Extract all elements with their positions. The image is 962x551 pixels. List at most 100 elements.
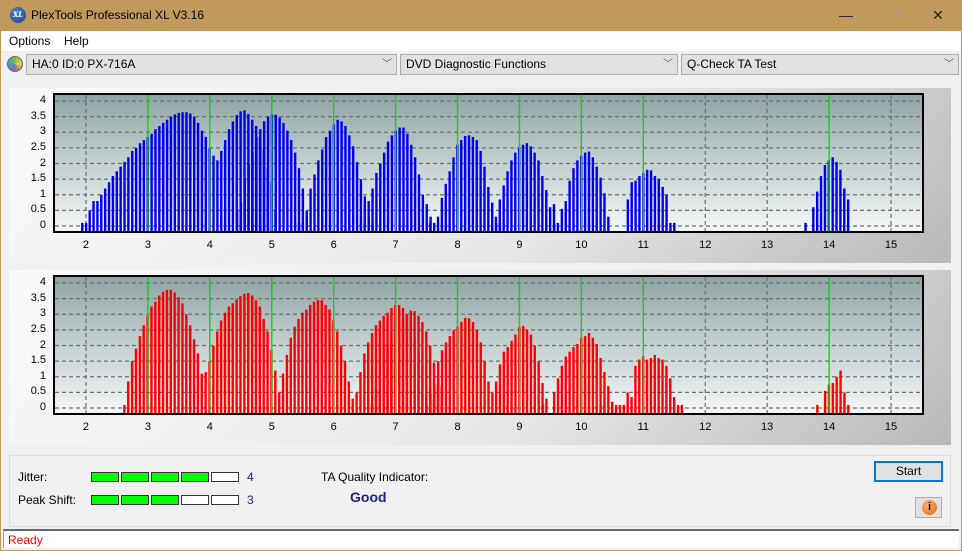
- chart-bar: [676, 404, 680, 413]
- chart-bar: [514, 334, 517, 413]
- x-tick-label: 3: [144, 239, 151, 251]
- chart-bar: [812, 207, 815, 231]
- chart-bar: [235, 299, 238, 413]
- ta-quality-label: TA Quality Indicator:: [321, 470, 429, 484]
- close-button[interactable]: ✕: [915, 0, 961, 31]
- chart-bar: [556, 378, 560, 413]
- chart-bar: [123, 161, 126, 231]
- chart-bar: [529, 334, 533, 413]
- menu-options[interactable]: Options: [9, 34, 50, 48]
- chart-bar: [219, 320, 223, 413]
- chart-bar: [351, 146, 355, 231]
- y-tick-label: 4: [39, 276, 46, 288]
- chart-bar: [653, 176, 657, 231]
- chart-bar: [374, 389, 378, 413]
- y-tick-label: 2.5: [30, 322, 46, 335]
- minimize-button[interactable]: —: [823, 0, 869, 31]
- chart-bar: [351, 398, 354, 413]
- chart-bar: [293, 152, 297, 231]
- chart-bar: [375, 172, 378, 231]
- chart-bar: [672, 397, 676, 413]
- title-bar[interactable]: XL PlexTools Professional XL V3.16 — ☐ ✕: [1, 0, 961, 31]
- test-select-value: Q-Check TA Test: [687, 57, 777, 71]
- chart-bar: [591, 337, 595, 413]
- chart-bar: [227, 306, 231, 413]
- chart-bar: [521, 326, 525, 413]
- chart-bar: [425, 204, 428, 231]
- chart-bar: [638, 176, 641, 231]
- chart-bar: [339, 345, 343, 413]
- test-select[interactable]: Q-Check TA Test ﹀: [681, 54, 959, 75]
- chart-bar: [212, 345, 215, 413]
- chart-bar: [343, 361, 347, 413]
- chart-bar: [127, 381, 130, 413]
- x-tick-label: 9: [516, 421, 523, 433]
- chart-bar: [564, 356, 567, 413]
- x-tick-label: 4: [206, 239, 213, 251]
- chart-bar: [630, 397, 633, 413]
- chart-bar: [649, 170, 653, 231]
- maximize-button[interactable]: ☐: [869, 0, 915, 31]
- chart-bar: [464, 318, 467, 413]
- chart-bar: [204, 136, 207, 231]
- chart-bar: [92, 201, 95, 231]
- chart-bar: [429, 393, 432, 413]
- start-button[interactable]: Start: [874, 461, 943, 482]
- x-tick-label: 7: [392, 421, 399, 433]
- chart-bar: [406, 133, 409, 231]
- chart-bar: [328, 309, 331, 413]
- chart-bar: [162, 122, 165, 231]
- info-button[interactable]: i: [915, 497, 942, 518]
- chart-bar: [429, 222, 432, 231]
- chart-bar: [181, 112, 184, 231]
- chart-bar: [475, 140, 478, 231]
- menu-help[interactable]: Help: [64, 34, 89, 48]
- chart-bar: [444, 183, 447, 231]
- y-tick-label: 3: [39, 307, 46, 320]
- chart-bar: [475, 329, 479, 413]
- function-select[interactable]: DVD Diagnostic Functions ﹀: [400, 54, 678, 75]
- pit-chart-panel: 0 0.5 1 1.5 2 2.5 3 3.5 4 2 3 4 5 6 7 8 9 10 11 12 13 14 15: [9, 270, 951, 445]
- chart-bar: [320, 300, 323, 413]
- peak-shift-meter-segment: [151, 495, 179, 505]
- chart-bar: [401, 318, 405, 413]
- chart-bar: [243, 293, 246, 413]
- chart-bar: [502, 185, 505, 231]
- chart-bar: [502, 351, 506, 413]
- chart-bar: [599, 177, 602, 231]
- x-tick-label: 2: [82, 239, 90, 251]
- chart-bar: [250, 295, 254, 413]
- chart-bar: [835, 161, 838, 231]
- chart-bar: [847, 404, 850, 413]
- chart-bar: [463, 136, 467, 231]
- chart-bar: [452, 329, 455, 413]
- chart-bar: [258, 306, 262, 413]
- chart-bar: [196, 353, 200, 413]
- chart-bar: [173, 114, 177, 231]
- chart-bar: [657, 358, 660, 413]
- chart-bar: [212, 155, 215, 231]
- function-select-value: DVD Diagnostic Functions: [406, 57, 547, 71]
- y-tick-label: 0.5: [30, 385, 46, 398]
- chart-bar: [181, 303, 184, 413]
- x-tick-label: 9: [516, 239, 523, 251]
- chart-bar: [545, 398, 548, 413]
- chart-bar: [816, 404, 819, 413]
- chart-bar: [142, 325, 145, 413]
- ta-quality-value: Good: [350, 489, 387, 505]
- chart-bar: [231, 121, 235, 231]
- y-tick-label: 1: [39, 369, 46, 382]
- chart-bar: [367, 201, 370, 231]
- chart-bar: [262, 318, 265, 413]
- chart-bar: [618, 404, 622, 413]
- chart-bar: [533, 345, 536, 413]
- chart-bar: [626, 392, 629, 413]
- chevron-down-icon: ﹀: [663, 59, 673, 70]
- y-tick-label: 1: [39, 187, 46, 200]
- pit-chart: [55, 277, 922, 413]
- x-tick-label: 11: [637, 239, 650, 251]
- chart-bar: [587, 333, 591, 413]
- chart-bar: [413, 157, 417, 231]
- drive-select[interactable]: HA:0 ID:0 PX-716A ﹀: [26, 54, 397, 75]
- chart-bar: [127, 157, 130, 231]
